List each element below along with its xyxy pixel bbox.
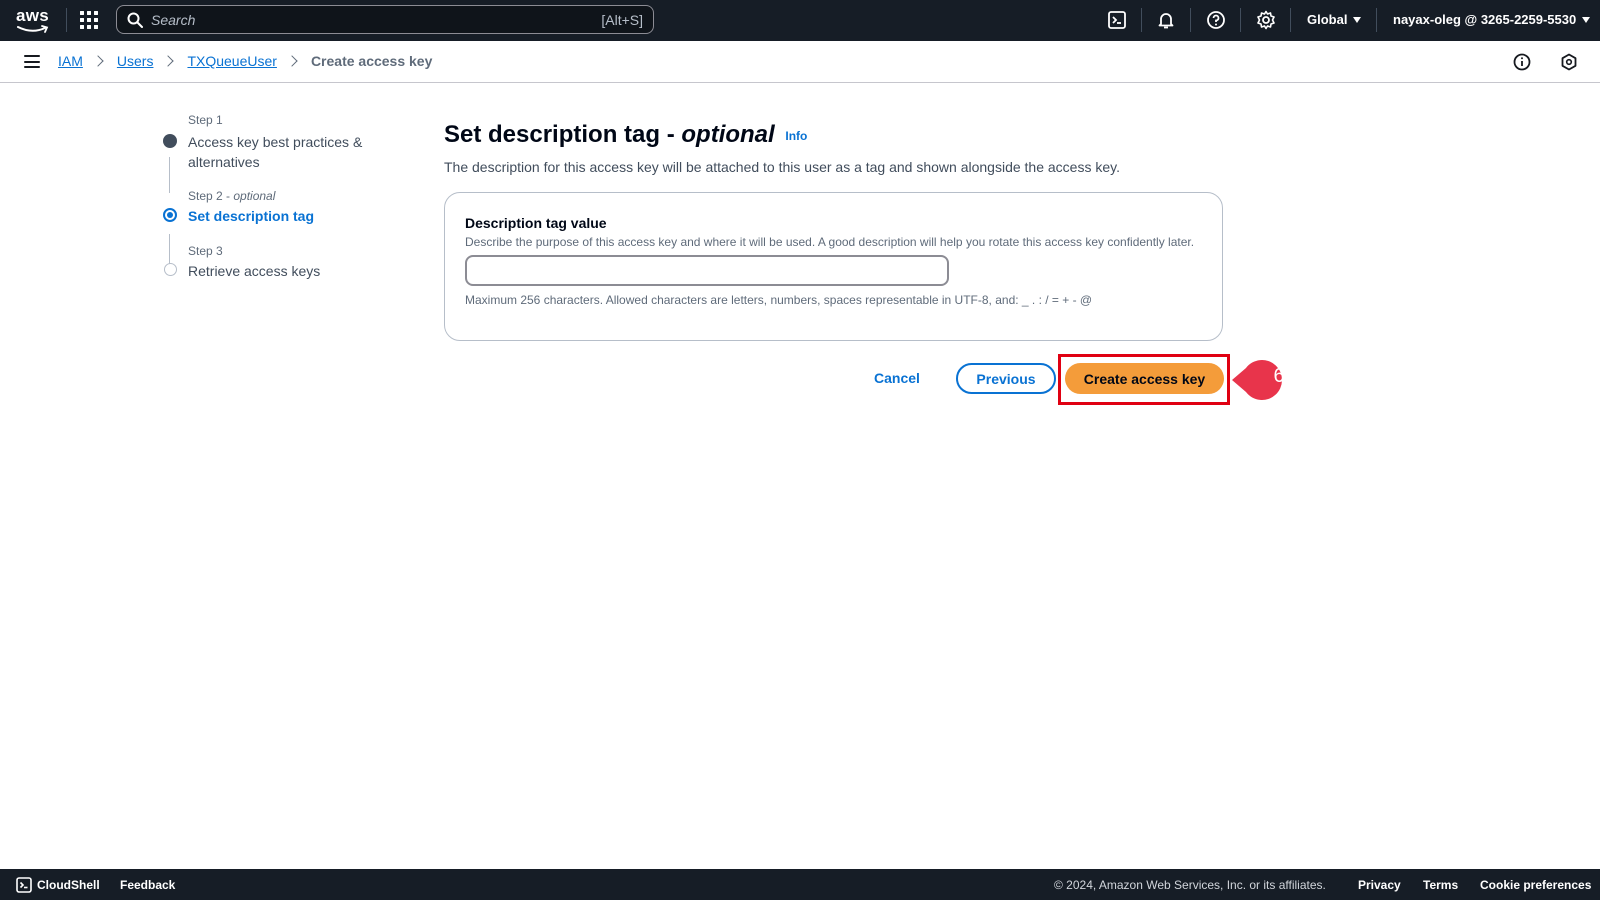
step-complete-dot-icon [163, 134, 177, 148]
field-label: Description tag value [465, 215, 607, 231]
chevron-down-icon [1353, 17, 1362, 23]
info-link[interactable]: Info [785, 129, 807, 143]
info-panel-icon[interactable] [1512, 52, 1532, 72]
callout-number: 6 [1273, 365, 1285, 387]
wizard-steps: Step 1 Access key best practices & alter… [158, 112, 388, 283]
top-navigation: aws Search [Alt+S] Global nayax-oleg @ 3… [0, 0, 1600, 41]
chevron-right-icon [92, 55, 104, 67]
services-grid-icon[interactable] [80, 11, 98, 29]
cancel-button[interactable]: Cancel [874, 370, 920, 386]
cookie-preferences-link[interactable]: Cookie preferences [1480, 878, 1591, 892]
aws-logo[interactable]: aws [16, 6, 50, 34]
cloudshell-icon[interactable] [1107, 10, 1127, 30]
step-3-label: Step 3 [188, 244, 223, 258]
chevron-down-icon [1582, 17, 1591, 23]
previous-button[interactable]: Previous [956, 363, 1056, 394]
aws-smile-icon [17, 25, 49, 33]
description-tag-panel: Description tag value Describe the purpo… [444, 192, 1223, 341]
description-tag-input[interactable] [465, 255, 949, 286]
nav-divider [1240, 8, 1241, 32]
nav-divider [1376, 8, 1377, 32]
menu-hamburger-icon[interactable] [24, 55, 40, 68]
step-3-title: Retrieve access keys [188, 263, 321, 279]
privacy-link[interactable]: Privacy [1358, 878, 1401, 892]
step-2-title: Set description tag [188, 208, 315, 224]
step-active-radio-icon [163, 208, 177, 222]
field-constraint: Maximum 256 characters. Allowed characte… [465, 293, 1093, 307]
cloudshell-footer-button[interactable]: CloudShell [16, 877, 100, 893]
step-2-label: Step 2 - optional [188, 189, 276, 203]
breadcrumb-iam[interactable]: IAM [58, 53, 83, 69]
region-label: Global [1307, 12, 1348, 27]
search-bar[interactable]: Search [Alt+S] [116, 5, 654, 34]
page-title: Set description tag - optional Info [444, 121, 808, 148]
step-3: Step 3 Retrieve access keys [158, 243, 388, 283]
breadcrumb-users[interactable]: Users [117, 53, 154, 69]
nav-divider [1190, 8, 1191, 32]
step-1: Step 1 Access key best practices & alter… [158, 112, 388, 188]
step-2: Step 2 - optional Set description tag [158, 188, 388, 243]
cloudshell-icon [16, 877, 32, 893]
step-1-title[interactable]: Access key best practices & alternatives [188, 132, 388, 172]
search-placeholder: Search [151, 11, 196, 28]
aws-logo-text: aws [16, 6, 50, 25]
notifications-bell-icon[interactable] [1156, 10, 1176, 30]
create-access-key-button[interactable]: Create access key [1065, 363, 1224, 394]
cloudshell-label: CloudShell [37, 878, 100, 892]
step-pending-circle-icon [163, 263, 177, 276]
breadcrumb-bar: IAM Users TXQueueUser Create access key [0, 41, 1600, 83]
settings-gear-icon[interactable] [1256, 10, 1276, 30]
nav-divider [66, 8, 67, 32]
search-shortcut: [Alt+S] [601, 11, 643, 28]
wizard-actions: Cancel Previous Create access key 6 [444, 354, 1285, 405]
copyright-text: © 2024, Amazon Web Services, Inc. or its… [1054, 878, 1326, 892]
account-menu[interactable]: nayax-oleg @ 3265-2259-5530 [1393, 12, 1591, 27]
footer: CloudShell Feedback © 2024, Amazon Web S… [0, 869, 1600, 900]
security-hexagon-icon[interactable] [1559, 52, 1579, 72]
step-1-label: Step 1 [188, 113, 223, 127]
account-label: nayax-oleg @ 3265-2259-5530 [1393, 12, 1577, 27]
terms-link[interactable]: Terms [1423, 878, 1458, 892]
nav-divider [1290, 8, 1291, 32]
search-icon [127, 12, 143, 28]
chevron-right-icon [162, 55, 175, 67]
help-icon[interactable] [1206, 10, 1226, 30]
breadcrumb-user[interactable]: TXQueueUser [187, 53, 276, 69]
main-content: Set description tag - optional Info The … [444, 120, 1285, 405]
nav-divider [1141, 8, 1142, 32]
region-selector[interactable]: Global [1307, 12, 1362, 27]
chevron-right-icon [286, 55, 298, 67]
page-description: The description for this access key will… [444, 159, 1120, 175]
breadcrumb-current: Create access key [310, 53, 433, 69]
breadcrumb: IAM Users TXQueueUser Create access key [58, 53, 432, 69]
feedback-link[interactable]: Feedback [120, 878, 175, 892]
field-description: Describe the purpose of this access key … [465, 235, 1195, 249]
